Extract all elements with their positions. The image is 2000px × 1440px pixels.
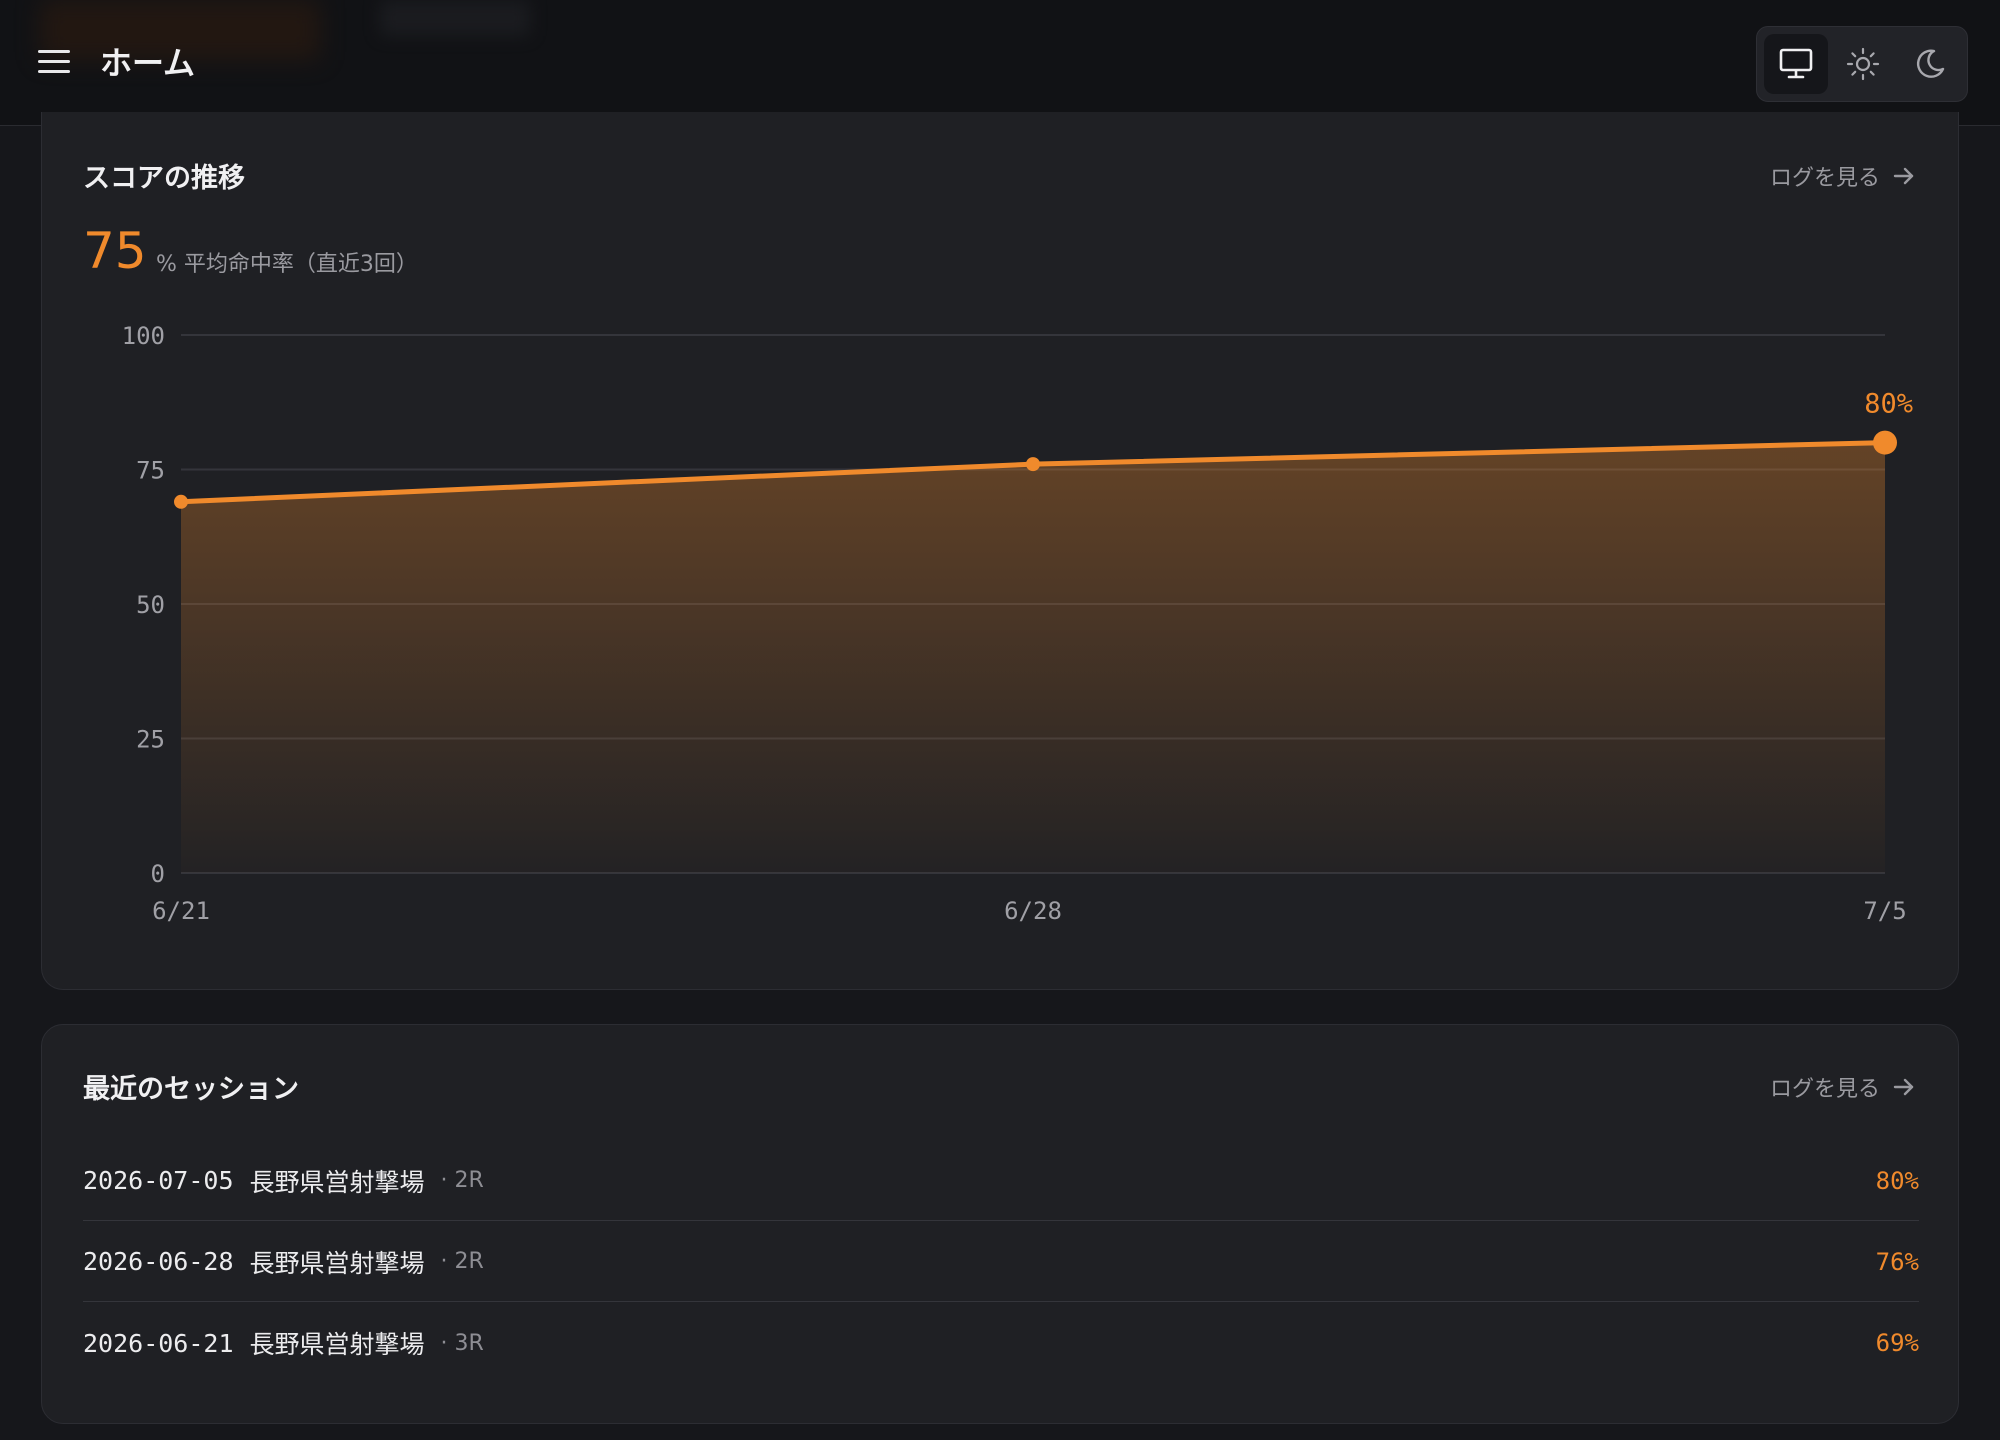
monitor-icon — [1779, 48, 1813, 79]
session-rounds: · 3R — [440, 1330, 484, 1356]
session-rounds: · 2R — [440, 1249, 484, 1274]
area-fill — [181, 442, 1885, 873]
session-date: 2026-07-05 — [83, 1166, 234, 1195]
session-place: 長野県営射撃場 — [249, 1248, 425, 1278]
score-area-chart: 0 25 50 75 100 80% 6/21 6/28 7/5 — [122, 322, 1913, 925]
y-tick-label: 0 — [151, 860, 165, 888]
session-date: 2026-06-28 — [83, 1247, 234, 1276]
score-trend-card: スコアの推移 ログを見る 75 % 平均命中率（直近3回） 0 25 50 75 100… — [41, 112, 1959, 990]
x-tick-label: 7/5 — [1863, 897, 1906, 925]
session-score: 80% — [1875, 1166, 1919, 1195]
theme-light-button[interactable] — [1831, 34, 1895, 94]
page-title: ホーム — [100, 44, 196, 82]
data-point — [1026, 457, 1040, 472]
y-tick-label: 100 — [122, 322, 165, 350]
last-value-label: 80% — [1864, 389, 1913, 420]
session-score: 69% — [1875, 1329, 1919, 1357]
view-log-link[interactable]: ログを見る — [1770, 1071, 1916, 1103]
session-row[interactable]: 2026-07-05 長野県営射撃場 · 2R 80% — [83, 1141, 1919, 1221]
card-title: 最近のセッション — [83, 1074, 299, 1105]
session-rounds: · 2R — [440, 1168, 484, 1193]
x-tick-label: 6/28 — [1004, 897, 1062, 925]
y-tick-label: 75 — [136, 457, 165, 485]
blurred-background-element — [380, 0, 530, 36]
data-point — [174, 494, 188, 509]
data-point — [1873, 430, 1897, 455]
session-row[interactable]: 2026-06-28 長野県営射撃場 · 2R 76% — [83, 1222, 1919, 1302]
y-tick-label: 25 — [136, 726, 165, 754]
view-log-label: ログを見る — [1769, 1077, 1880, 1102]
recent-sessions-card: 最近のセッション ログを見る 2026-07-05 長野県営射撃場 · 2R 8… — [41, 1024, 1959, 1424]
x-tick-label: 6/21 — [152, 897, 210, 925]
hamburger-menu-icon[interactable] — [36, 46, 72, 76]
moon-icon — [1916, 49, 1945, 78]
session-score: 76% — [1875, 1247, 1919, 1276]
theme-system-button[interactable] — [1764, 34, 1828, 94]
session-place: 長野県営射撃場 — [249, 1330, 425, 1359]
theme-dark-button[interactable] — [1898, 34, 1962, 94]
session-row[interactable]: 2026-06-21 長野県営射撃場 · 3R 69% — [83, 1303, 1919, 1383]
top-bar: ホーム — [0, 0, 2000, 126]
theme-switcher — [1756, 26, 1968, 102]
arrow-right-icon — [1893, 1078, 1914, 1096]
session-place: 長野県営射撃場 — [249, 1167, 425, 1197]
session-date: 2026-06-21 — [83, 1328, 234, 1358]
sun-icon — [1846, 47, 1880, 81]
y-tick-label: 50 — [136, 591, 165, 619]
